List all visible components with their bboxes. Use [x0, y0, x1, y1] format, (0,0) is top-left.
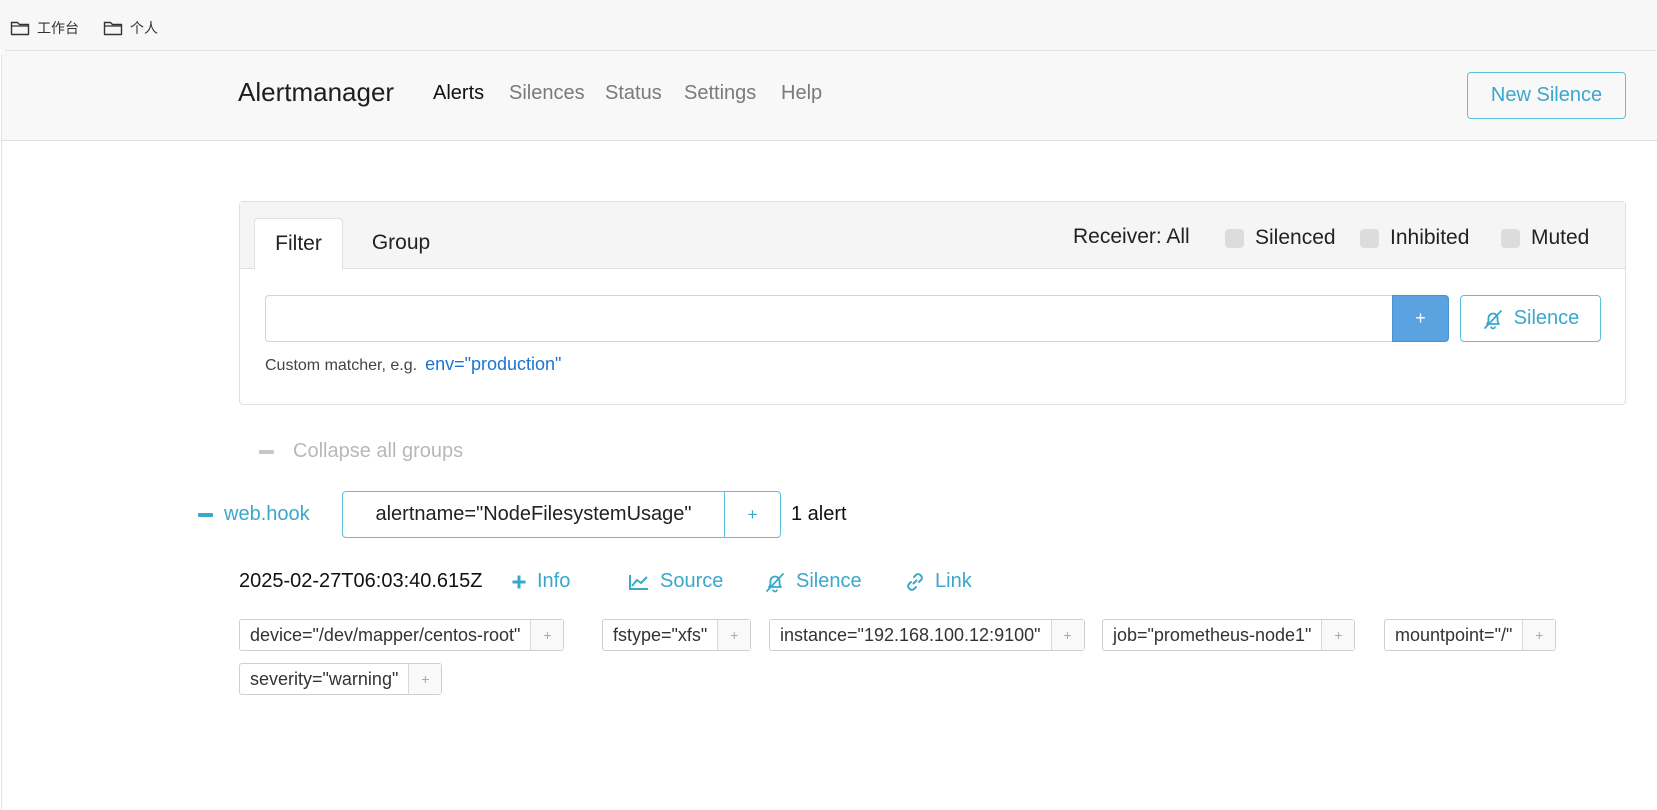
- silence-label: Silence: [796, 570, 862, 592]
- group-receiver-toggle[interactable]: web.hook: [198, 503, 310, 526]
- source-label: Source: [660, 570, 724, 592]
- nav-alerts[interactable]: Alerts: [433, 82, 484, 105]
- minus-icon: [198, 512, 213, 517]
- alert-label-chip: fstype="xfs" +: [602, 619, 752, 651]
- label-add-button[interactable]: +: [1523, 620, 1556, 650]
- nav-settings[interactable]: Settings: [684, 82, 756, 105]
- new-silence-button[interactable]: New Silence: [1467, 72, 1626, 119]
- brand[interactable]: Alertmanager: [238, 77, 394, 108]
- folder-icon: [10, 21, 30, 36]
- group-label-add-button[interactable]: +: [725, 492, 780, 537]
- nav-silences[interactable]: Silences: [509, 82, 585, 105]
- alert-label-chip: instance="192.168.100.12:9100" +: [769, 619, 1085, 651]
- plus-icon: [512, 575, 526, 588]
- group-label-chip: alertname="NodeFilesystemUsage" +: [342, 491, 781, 538]
- label-add-button[interactable]: +: [1051, 620, 1084, 650]
- muted-checkbox[interactable]: Muted: [1501, 226, 1589, 250]
- checkbox-label: Muted: [1531, 226, 1590, 249]
- tab-group[interactable]: Group: [356, 217, 446, 269]
- filter-card: Filter Group Receiver: All Silenced Inhi…: [239, 201, 1626, 405]
- checkbox-label: Inhibited: [1390, 226, 1470, 249]
- add-matcher-button[interactable]: +: [1392, 295, 1449, 342]
- alert-silence-button[interactable]: Silence: [764, 570, 862, 593]
- info-label: Info: [537, 570, 571, 592]
- page: Alertmanager Alerts Silences Status Sett…: [1, 50, 1657, 810]
- bookmark-personal[interactable]: 个人: [103, 17, 158, 39]
- alert-label-chip: device="/dev/mapper/centos-root" +: [239, 619, 565, 651]
- bell-slash-icon: [766, 572, 784, 592]
- label-add-button[interactable]: +: [1322, 620, 1355, 650]
- alert-source-button[interactable]: Source: [628, 570, 723, 593]
- label-text[interactable]: device="/dev/mapper/centos-root": [240, 620, 532, 650]
- nav-status[interactable]: Status: [605, 82, 662, 105]
- bell-slash-icon: [1483, 309, 1502, 329]
- inhibited-checkbox[interactable]: Inhibited: [1360, 226, 1469, 250]
- minus-icon: [259, 449, 274, 454]
- silence-button-label: Silence: [1513, 307, 1580, 329]
- checkbox-box[interactable]: [1360, 228, 1379, 248]
- label-text[interactable]: instance="192.168.100.12:9100": [770, 620, 1052, 650]
- bookmarks-bar: 工作台 个人: [0, 0, 1657, 50]
- link-label: Link: [935, 570, 972, 592]
- alert-label-chip: mountpoint="/" +: [1384, 619, 1557, 651]
- label-text[interactable]: severity="warning": [240, 664, 410, 694]
- receiver-selector[interactable]: Receiver: All: [1073, 225, 1190, 249]
- alert-label-chip: severity="warning" +: [239, 663, 443, 695]
- link-icon: [907, 572, 923, 591]
- alert-timestamp: 2025-02-27T06:03:40.615Z: [239, 570, 483, 592]
- group-label-text[interactable]: alertname="NodeFilesystemUsage": [343, 492, 725, 537]
- label-add-button[interactable]: +: [531, 620, 564, 650]
- tab-filter[interactable]: Filter: [254, 218, 343, 270]
- nav-help[interactable]: Help: [781, 82, 822, 105]
- hint-example-link[interactable]: env="production": [425, 354, 561, 374]
- checkbox-box[interactable]: [1501, 228, 1520, 248]
- matcher-hint: Custom matcher, e.g. env="production": [265, 354, 561, 375]
- hint-text: Custom matcher, e.g.: [265, 357, 418, 374]
- label-text[interactable]: mountpoint="/": [1385, 620, 1524, 650]
- checkbox-box[interactable]: [1225, 228, 1244, 248]
- alert-info-button[interactable]: Info: [511, 570, 570, 593]
- collapse-all-groups[interactable]: Collapse all groups: [259, 440, 463, 463]
- label-add-button[interactable]: +: [409, 664, 442, 694]
- collapse-all-label: Collapse all groups: [293, 440, 464, 462]
- chart-line-icon: [629, 574, 648, 590]
- group-receiver-label: web.hook: [224, 503, 310, 525]
- navbar: Alertmanager Alerts Silences Status Sett…: [2, 51, 1657, 141]
- alert-link-button[interactable]: Link: [905, 570, 972, 593]
- filter-card-header: Filter Group Receiver: All Silenced Inhi…: [240, 202, 1625, 270]
- bookmark-label: 工作台: [37, 21, 79, 37]
- alert-label-chip: job="prometheus-node1" +: [1102, 619, 1356, 651]
- alert-row: 2025-02-27T06:03:40.615Z Info Source Sil…: [239, 570, 1639, 600]
- folder-icon: [103, 21, 123, 36]
- checkbox-label: Silenced: [1255, 226, 1336, 249]
- alert-count: 1 alert: [791, 503, 847, 525]
- silence-filter-button[interactable]: Silence: [1460, 295, 1601, 342]
- label-add-button[interactable]: +: [718, 620, 751, 650]
- bookmark-label: 个人: [130, 21, 158, 37]
- matcher-input[interactable]: [265, 295, 1393, 342]
- label-text[interactable]: fstype="xfs": [603, 620, 719, 650]
- bookmark-workbench[interactable]: 工作台: [10, 17, 79, 39]
- label-text[interactable]: job="prometheus-node1": [1103, 620, 1323, 650]
- silenced-checkbox[interactable]: Silenced: [1225, 226, 1336, 250]
